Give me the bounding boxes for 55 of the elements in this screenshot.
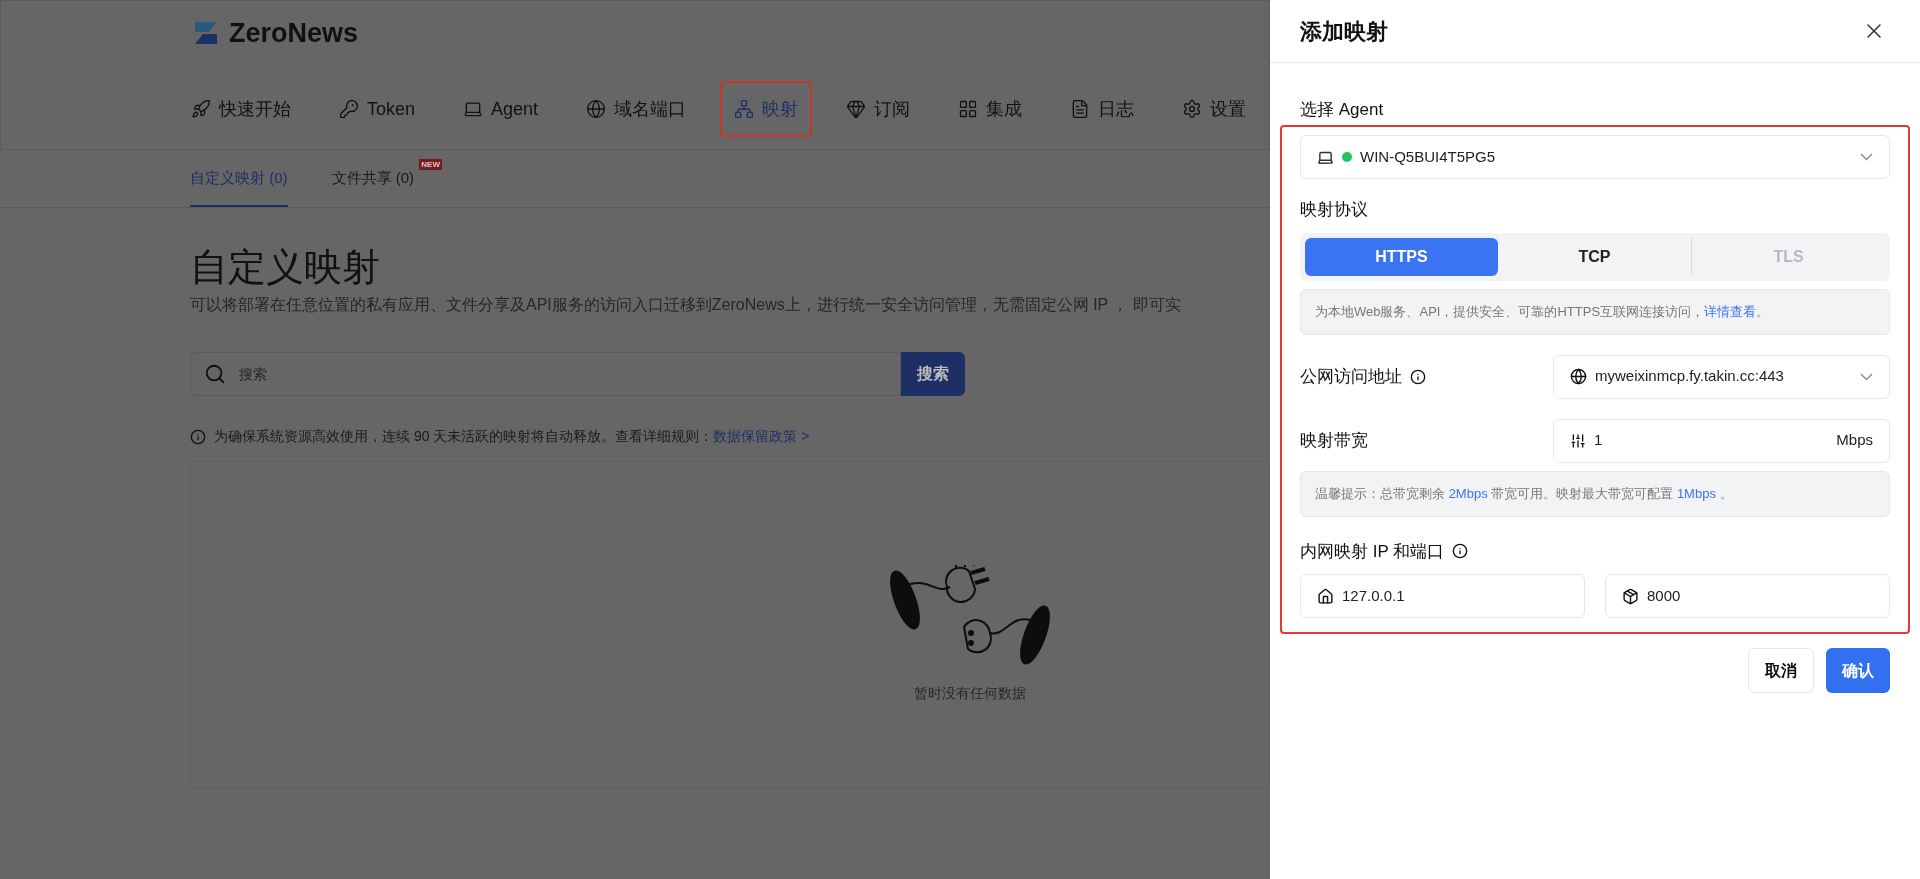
search-button[interactable]: 搜索 <box>901 352 965 396</box>
policy-link[interactable]: 数据保留政策 > <box>713 428 810 444</box>
agent-select[interactable]: WIN-Q5BUI4T5PG5 <box>1300 135 1890 179</box>
grid-icon <box>958 99 979 119</box>
protocol-option[interactable]: HTTPS <box>1305 237 1498 276</box>
port-field[interactable]: 8000 <box>1605 574 1890 618</box>
box-icon <box>1622 587 1639 605</box>
chevron-down-icon <box>1860 153 1873 161</box>
ip-field[interactable]: 127.0.0.1 <box>1300 574 1585 618</box>
protocol-option[interactable]: TCP <box>1498 237 1691 276</box>
sliders-icon <box>1570 432 1586 449</box>
field-label: 选择 Agent <box>1300 99 1385 121</box>
info-icon <box>1452 543 1469 560</box>
drawer-title: 添加映射 <box>1300 17 1388 46</box>
rocket-icon <box>191 99 211 119</box>
unit-label: Mbps <box>1836 430 1873 451</box>
sub-tab[interactable]: 自定义映射 (0) <box>190 166 288 207</box>
field-label: 映射带宽 <box>1300 429 1369 452</box>
field-label: 公网访问地址 <box>1300 365 1402 388</box>
details-link[interactable]: 详情查看 <box>1704 303 1757 319</box>
nav-tab[interactable]: 映射 <box>720 81 813 137</box>
globe-icon <box>586 99 607 119</box>
info-icon <box>190 428 206 445</box>
nav-tab[interactable]: Token <box>325 81 430 137</box>
bandwidth-field[interactable]: 1 Mbps <box>1553 418 1890 463</box>
nav-tab[interactable]: 集成 <box>944 81 1037 137</box>
address-select[interactable]: myweixinmcp.fy.takin.cc:443 <box>1553 354 1890 399</box>
house-icon <box>1317 587 1334 605</box>
sub-tab[interactable]: 文件共享 (0) <box>331 166 414 207</box>
logo-text: ZeroNews <box>229 16 359 50</box>
field-label: 映射协议 <box>1300 199 1369 221</box>
settings-icon <box>1182 99 1203 119</box>
confirm-button[interactable]: 确认 <box>1826 648 1890 693</box>
bandwidth-tip: 温馨提示：总带宽剩余 2Mbps 带宽可用。映射最大带宽可配置 1Mbps 。 <box>1315 484 1733 503</box>
nav-tab[interactable]: 日志 <box>1056 81 1149 137</box>
nav-tab[interactable]: Agent <box>449 81 553 137</box>
diamond-icon <box>846 99 867 119</box>
nav-tab[interactable]: 域名端口 <box>572 81 701 137</box>
search-field[interactable]: 搜索 <box>190 352 901 396</box>
cancel-button[interactable]: 取消 <box>1748 648 1814 693</box>
network-icon <box>734 99 755 119</box>
nav-tab[interactable]: 设置 <box>1168 81 1261 137</box>
empty-message: 暂时没有任何数据 <box>914 684 1026 703</box>
new-badge: NEW <box>419 158 442 170</box>
protocol-description: 为本地Web服务、API，提供安全、可靠的HTTPS互联网连接访问，详情查看。 <box>1315 302 1770 321</box>
search-icon <box>204 363 226 385</box>
page-title: 自定义映射 <box>190 245 381 290</box>
field-label: 内网映射 IP 和端口 <box>1300 540 1445 563</box>
globe-icon <box>1570 368 1587 385</box>
nav-tab[interactable]: 订阅 <box>832 81 925 137</box>
retention-notice: 为确保系统资源高效使用，连续 90 天未活跃的映射将自动释放。查看详细规则：数据保留政策 > <box>214 427 810 446</box>
info-icon <box>1410 368 1426 385</box>
nav-tab[interactable]: 快速开始 <box>177 81 305 137</box>
key-icon <box>339 99 359 119</box>
chevron-down-icon <box>1860 372 1873 381</box>
